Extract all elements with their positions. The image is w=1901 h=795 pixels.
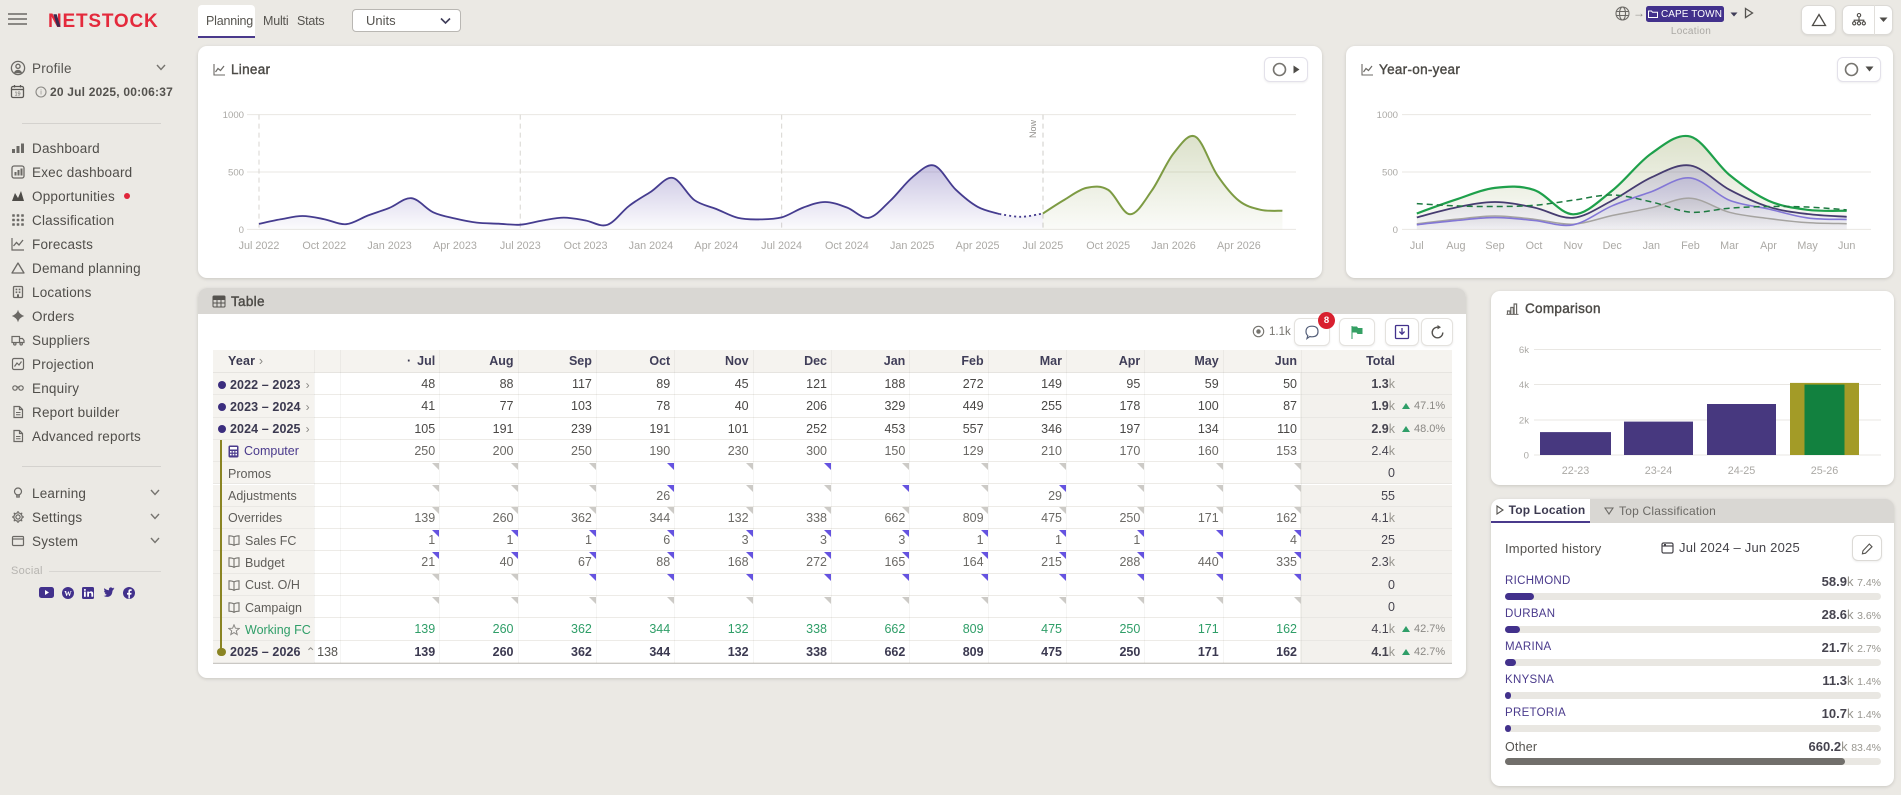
svg-text:0: 0 [239, 225, 244, 236]
svg-text:Feb: Feb [1681, 240, 1700, 252]
svg-text:2k: 2k [1519, 416, 1529, 427]
svg-text:19: 19 [14, 92, 20, 98]
svg-text:0: 0 [1524, 451, 1529, 462]
svg-text:Jan 2023: Jan 2023 [367, 240, 411, 252]
svg-text:Aug: Aug [1446, 240, 1465, 252]
svg-text:Sep: Sep [1485, 240, 1504, 252]
svg-text:Jan 2024: Jan 2024 [629, 240, 673, 252]
svg-text:Jan: Jan [1643, 240, 1660, 252]
svg-text:Oct: Oct [1526, 240, 1543, 252]
svg-text:24-25: 24-25 [1728, 465, 1756, 477]
svg-text:Jun: Jun [1838, 240, 1855, 252]
svg-text:NETSTOCK: NETSTOCK [48, 11, 159, 31]
svg-text:Oct 2024: Oct 2024 [825, 240, 869, 252]
svg-text:May: May [1797, 240, 1818, 252]
svg-text:Now: Now [1028, 119, 1038, 138]
svg-text:4k: 4k [1519, 380, 1529, 391]
svg-text:Jan 2025: Jan 2025 [890, 240, 934, 252]
svg-text:Oct 2025: Oct 2025 [1086, 240, 1130, 252]
svg-text:Nov: Nov [1563, 240, 1583, 252]
svg-text:Oct 2023: Oct 2023 [564, 240, 608, 252]
svg-text:25-26: 25-26 [1811, 465, 1839, 477]
svg-text:500: 500 [1382, 168, 1398, 179]
svg-text:Jul 2024: Jul 2024 [761, 240, 802, 252]
svg-text:Apr 2025: Apr 2025 [956, 240, 1000, 252]
svg-text:Jul: Jul [1410, 240, 1424, 252]
svg-text:Jan 2026: Jan 2026 [1151, 240, 1195, 252]
svg-text:0: 0 [1393, 225, 1398, 236]
svg-text:23-24: 23-24 [1645, 465, 1673, 477]
svg-text:Dec: Dec [1603, 240, 1623, 252]
svg-text:Apr 2026: Apr 2026 [1217, 240, 1261, 252]
svg-text:500: 500 [228, 168, 244, 179]
svg-text:Oct 2022: Oct 2022 [302, 240, 346, 252]
svg-text:Jul 2025: Jul 2025 [1022, 240, 1063, 252]
svg-text:1000: 1000 [223, 110, 244, 121]
svg-text:Jul 2023: Jul 2023 [500, 240, 541, 252]
svg-text:Apr 2024: Apr 2024 [694, 240, 738, 252]
svg-text:Apr 2023: Apr 2023 [433, 240, 477, 252]
svg-text:6k: 6k [1519, 345, 1529, 356]
svg-text:Jul 2022: Jul 2022 [239, 240, 280, 252]
svg-text:i: i [40, 89, 42, 96]
svg-text:22-23: 22-23 [1562, 465, 1590, 477]
svg-text:Mar: Mar [1720, 240, 1739, 252]
svg-text:W: W [64, 588, 72, 597]
svg-text:Apr: Apr [1760, 240, 1777, 252]
svg-text:1000: 1000 [1377, 110, 1398, 121]
